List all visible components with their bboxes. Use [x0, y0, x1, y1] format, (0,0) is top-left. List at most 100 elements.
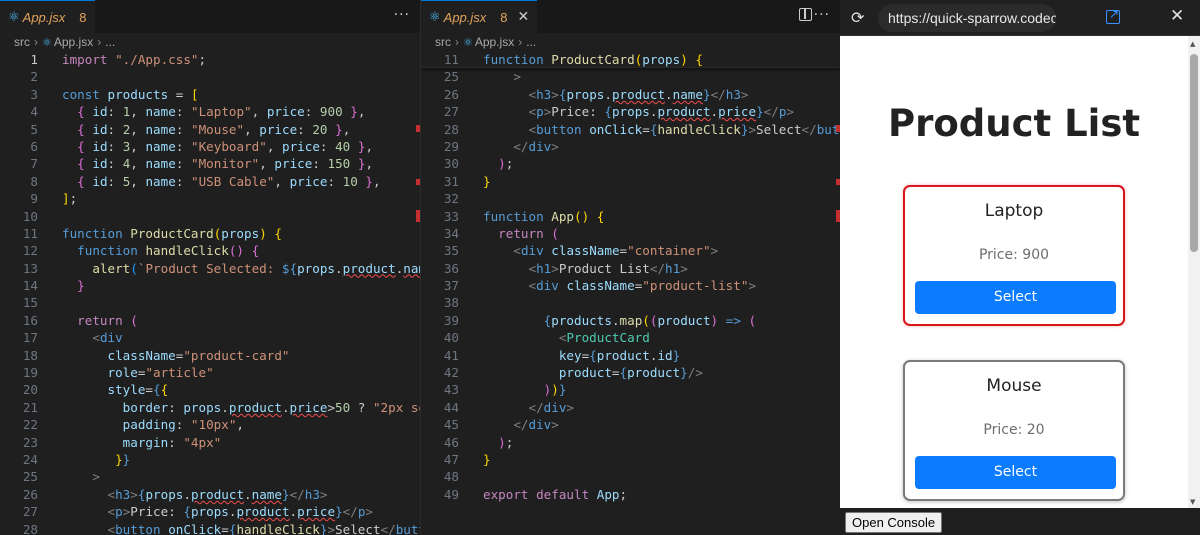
line-number: 28 — [443, 121, 459, 137]
split-editor-icon[interactable] — [799, 8, 812, 21]
code-text: > — [513, 69, 521, 85]
code-text: margin: "4px" — [122, 434, 222, 450]
close-icon[interactable]: ✕ — [518, 9, 530, 25]
code-line[interactable]: 38 — [421, 294, 840, 311]
code-line[interactable]: 1 import "./App.css"; — [0, 51, 420, 68]
code-line[interactable]: 23 margin: "4px" — [0, 434, 420, 451]
code-line[interactable]: 21 border: props.product.price>50 ? "2px… — [0, 399, 420, 416]
code-line[interactable]: 9]; — [0, 190, 420, 207]
select-button[interactable]: Select — [915, 281, 1116, 314]
code-line[interactable]: 40 <ProductCard — [421, 329, 840, 346]
code-line[interactable]: 35 <div className="container"> — [421, 242, 840, 259]
code-text: ); — [498, 434, 514, 450]
code-text: ))} — [543, 382, 567, 398]
code-line[interactable]: 48 — [421, 468, 840, 485]
code-line[interactable]: 4 { id: 1, name: "Laptop", price: 900 }, — [0, 103, 420, 120]
breadcrumb-folder[interactable]: src — [14, 35, 30, 49]
code-line[interactable]: 45 </div> — [421, 416, 840, 433]
code-line[interactable]: 7 { id: 4, name: "Monitor", price: 150 }… — [0, 155, 420, 172]
scrollbar-thumb[interactable] — [1190, 54, 1198, 252]
code-line[interactable]: 43 ))} — [421, 381, 840, 398]
line-number: 5 — [30, 121, 38, 137]
code-text: <p>Price: {props.product.price}</p> — [107, 504, 374, 520]
code-line[interactable]: 47} — [421, 451, 840, 468]
code-text: <div className="container"> — [513, 243, 719, 259]
code-line[interactable]: 39 {products.map((product) => ( — [421, 312, 840, 329]
code-line[interactable]: 16 return ( — [0, 312, 420, 329]
react-icon: ⚛ — [429, 9, 441, 25]
breadcrumb-file[interactable]: App.jsx — [54, 35, 93, 49]
code-editor[interactable]: 11 function ProductCard(props) {25 >26 <h… — [421, 51, 840, 535]
code-line[interactable]: 8 { id: 5, name: "USB Cable", price: 10 … — [0, 173, 420, 190]
breadcrumb-symbol[interactable]: ... — [105, 35, 115, 49]
breadcrumb-file[interactable]: App.jsx — [475, 35, 514, 49]
code-line[interactable]: 19 role="article" — [0, 364, 420, 381]
line-number: 27 — [22, 504, 38, 520]
code-line[interactable]: 42 product={product}/> — [421, 364, 840, 381]
code-line[interactable]: 36 <h1>Product List</h1> — [421, 260, 840, 277]
code-line[interactable]: 44 </div> — [421, 399, 840, 416]
editor-pane-left: ⚛ App.jsx 8 ··· src › ⚛ App.jsx › ... 1 i… — [0, 0, 420, 535]
line-number: 13 — [22, 260, 38, 276]
code-line[interactable]: 33 function App() { — [421, 208, 840, 225]
line-number: 43 — [443, 382, 459, 398]
code-line[interactable]: 14 } — [0, 277, 420, 294]
code-line[interactable]: 26 <h3>{props.product.name}</h3> — [0, 486, 420, 503]
code-line[interactable]: 18 className="product-card" — [0, 347, 420, 364]
url-bar[interactable]: https://quick-sparrow.codec — [878, 4, 1056, 32]
code-line[interactable]: 30 ); — [421, 155, 840, 172]
code-line[interactable]: 49 export default App; — [421, 486, 840, 503]
scrollbar[interactable]: ▲ ▼ — [1188, 36, 1200, 508]
preview-toolbar: ⟳ https://quick-sparrow.codec ✕ — [840, 0, 1200, 36]
code-line[interactable]: 28 <button onClick={handleClick}>Select<… — [0, 521, 420, 535]
code-line[interactable]: 27 <p>Price: {props.product.price}</p> — [0, 503, 420, 520]
code-line[interactable]: 41 key={product.id} — [421, 347, 840, 364]
code-line[interactable]: 6 { id: 3, name: "Keyboard", price: 40 }… — [0, 138, 420, 155]
code-line[interactable]: 22 padding: "10px", — [0, 416, 420, 433]
code-line[interactable]: 28 <button onClick={handleClick}>Select<… — [421, 121, 840, 138]
reload-icon[interactable]: ⟳ — [851, 8, 864, 27]
code-line[interactable]: 25 > — [0, 468, 420, 485]
line-number: 22 — [22, 417, 38, 433]
code-text: </div> — [528, 399, 575, 415]
code-line[interactable]: 46 ); — [421, 434, 840, 451]
code-line[interactable]: 37 <div className="product-list"> — [421, 277, 840, 294]
more-actions-icon[interactable]: ··· — [394, 7, 410, 23]
react-icon: ⚛ — [463, 35, 473, 49]
code-line[interactable]: 5 { id: 2, name: "Mouse", price: 20 }, — [0, 121, 420, 138]
code-line[interactable]: 12 function handleClick() { — [0, 242, 420, 259]
code-line[interactable]: 24 }} — [0, 451, 420, 468]
code-line[interactable]: 34 return ( — [421, 225, 840, 242]
code-text: { id: 5, name: "USB Cable", price: 10 }, — [77, 173, 381, 189]
select-button[interactable]: Select — [915, 456, 1116, 489]
code-line[interactable]: 11 function ProductCard(props) { — [0, 225, 420, 242]
tab-app-jsx[interactable]: ⚛ App.jsx 8 — [0, 0, 95, 33]
open-console-button[interactable]: Open Console — [845, 512, 943, 533]
code-text: key={product.id} — [558, 347, 681, 363]
scroll-up-icon[interactable]: ▲ — [1190, 40, 1195, 48]
code-line[interactable]: 31} — [421, 173, 840, 190]
code-line[interactable]: 2 — [0, 68, 420, 85]
code-line[interactable]: 10 — [0, 208, 420, 225]
code-line[interactable]: 27 <p>Price: {props.product.price}</p> — [421, 103, 840, 120]
code-line[interactable]: 32 — [421, 190, 840, 207]
chevron-right-icon: › — [34, 35, 38, 49]
line-number: 17 — [22, 330, 38, 346]
breadcrumb-symbol[interactable]: ... — [526, 35, 536, 49]
code-line[interactable]: 26 <h3>{props.product.name}</h3> — [421, 86, 840, 103]
code-line[interactable]: 3 const products = [ — [0, 86, 420, 103]
code-line[interactable]: 29 </div> — [421, 138, 840, 155]
code-line[interactable]: 17 <div — [0, 329, 420, 346]
breadcrumb-folder[interactable]: src — [435, 35, 451, 49]
code-line[interactable]: 13 alert(`Product Selected: ${props.prod… — [0, 260, 420, 277]
code-line[interactable]: 25 > — [421, 68, 840, 85]
code-editor[interactable]: 1 import "./App.css"; 2 3 const products = [… — [0, 51, 420, 535]
code-line[interactable]: 11 function ProductCard(props) { — [421, 51, 840, 69]
scroll-down-icon[interactable]: ▼ — [1190, 498, 1195, 506]
more-actions-icon[interactable]: ··· — [814, 7, 830, 23]
tab-app-jsx[interactable]: ⚛ App.jsx 8 ✕ — [421, 0, 538, 33]
close-icon[interactable]: ✕ — [1170, 6, 1184, 26]
code-line[interactable]: 20 style={{ — [0, 381, 420, 398]
code-line[interactable]: 15 — [0, 294, 420, 311]
open-external-icon[interactable] — [1106, 7, 1120, 24]
